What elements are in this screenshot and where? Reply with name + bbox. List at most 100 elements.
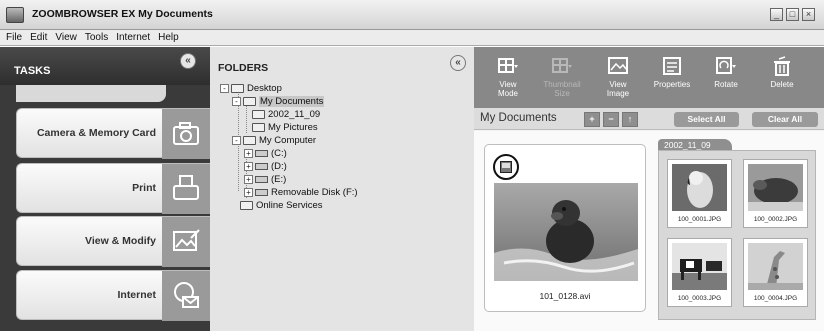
menu-help[interactable]: Help: [154, 30, 183, 46]
task-label: Print: [132, 182, 156, 194]
tree-item-desktop[interactable]: - Desktop: [220, 83, 282, 95]
rotate-button[interactable]: Rotate: [700, 53, 752, 105]
view-mode-button[interactable]: View Mode: [482, 53, 534, 105]
file-name: 101_0128.avi: [539, 291, 591, 301]
menu-bar: File Edit View Tools Internet Help: [0, 30, 824, 46]
collapse-tasks-icon[interactable]: «: [180, 53, 196, 69]
task-label: Internet: [117, 289, 156, 301]
tree-item-drive-d[interactable]: + (D:): [244, 161, 287, 173]
file-name: 100_0003.JPG: [677, 295, 722, 302]
camera-icon: [162, 109, 210, 159]
tool-label: View Image: [606, 80, 630, 98]
collapse-toggle[interactable]: -: [220, 83, 229, 93]
tool-label: Rotate: [714, 80, 738, 89]
menu-internet[interactable]: Internet: [112, 30, 154, 46]
folder-icon: [252, 122, 265, 132]
folders-panel: FOLDERS « - Desktop - My Documents 2002_11…: [210, 47, 474, 331]
thumbnail-item[interactable]: 100_0003.JPG: [667, 238, 732, 307]
parrot-photo: [672, 164, 727, 211]
delete-button[interactable]: Delete: [756, 53, 808, 105]
tree-label: Online Services: [256, 200, 323, 211]
properties-button[interactable]: Properties: [646, 53, 698, 105]
open-folder-icon: [243, 96, 256, 106]
tree-item-drive-c[interactable]: + (C:): [244, 148, 287, 160]
tasks-title: TASKS: [14, 65, 51, 77]
tree-item-2002-11-09[interactable]: 2002_11_09: [252, 109, 320, 121]
tool-label: Thumbnail Size: [543, 80, 581, 98]
thumbnail-area: 101_0128.avi 2002_11_09 100_0001.JPG 100…: [474, 131, 824, 331]
tree-label: My Computer: [259, 135, 317, 146]
clear-all-button[interactable]: Clear All: [752, 112, 818, 127]
maximize-button[interactable]: □: [786, 8, 799, 21]
browser-panel: View Mode Thumbnail Size View Image Prop…: [474, 47, 824, 331]
tree-item-online-services[interactable]: Online Services: [240, 200, 323, 212]
task-internet[interactable]: Internet: [16, 270, 210, 321]
folder-icon: [240, 200, 253, 210]
tree-item-my-computer[interactable]: - My Computer: [232, 135, 316, 147]
tortoise-photo: [748, 164, 803, 211]
tree-label: My Pictures: [268, 122, 318, 133]
expand-toggle[interactable]: +: [244, 161, 253, 171]
tree-item-my-pictures[interactable]: My Pictures: [252, 122, 318, 134]
browser-subbar: My Documents + − ↑ Select All Clear All: [474, 108, 824, 130]
folder-icon: [252, 109, 265, 119]
thumbnail-size-button[interactable]: Thumbnail Size: [536, 53, 588, 105]
tree-label: (C:): [271, 148, 287, 159]
tree-label: Removable Disk (F:): [271, 187, 358, 198]
seal-photo: [494, 183, 638, 281]
internet-mail-icon: [162, 271, 210, 321]
desktop-icon: [231, 83, 244, 93]
tree-line: [246, 104, 247, 133]
task-print[interactable]: Print: [16, 163, 210, 214]
toolbar: View Mode Thumbnail Size View Image Prop…: [474, 47, 824, 108]
expand-toggle[interactable]: +: [244, 187, 253, 197]
menu-edit[interactable]: Edit: [26, 30, 51, 46]
properties-icon: [663, 57, 681, 75]
menu-tools[interactable]: Tools: [81, 30, 112, 46]
tree-label: (D:): [271, 161, 287, 172]
cd-drive-icon: [255, 175, 268, 183]
cows-photo: [672, 243, 727, 290]
tree-label: My Documents: [259, 96, 325, 107]
image-edit-icon: [162, 217, 210, 267]
tool-label: Properties: [653, 80, 691, 89]
drive-icon: [255, 149, 268, 157]
folder-group[interactable]: 2002_11_09 100_0001.JPG 100_0002.JPG 100…: [658, 139, 816, 320]
view-mode-icon: [498, 58, 518, 73]
thumbnail-item[interactable]: 100_0004.JPG: [743, 238, 808, 307]
tasks-tab-decoration: [16, 85, 166, 102]
expand-toggle[interactable]: +: [244, 148, 253, 158]
view-image-button[interactable]: View Image: [592, 53, 644, 105]
giraffe-photo: [748, 243, 803, 290]
task-camera-memory-card[interactable]: Camera & Memory Card: [16, 108, 210, 159]
thumbnail-item[interactable]: 100_0002.JPG: [743, 159, 808, 228]
tree-item-removable-disk[interactable]: + Removable Disk (F:): [244, 187, 358, 199]
view-image-icon: [608, 57, 628, 74]
collapse-toggle[interactable]: -: [232, 135, 241, 145]
printer-icon: [162, 164, 210, 214]
collapse-folders-icon[interactable]: «: [450, 55, 466, 71]
delete-icon: [774, 56, 790, 76]
tasks-header: TASKS «: [0, 47, 210, 85]
movie-file-icon: [493, 154, 519, 180]
folder-body: 100_0001.JPG 100_0002.JPG 100_0003.JPG 1…: [658, 150, 816, 320]
close-button[interactable]: ×: [802, 8, 815, 21]
window-title: ZOOMBROWSER EX My Documents: [32, 8, 213, 20]
up-folder-icon[interactable]: ↑: [622, 112, 638, 127]
tree-item-drive-e[interactable]: + (E:): [244, 174, 286, 186]
thumbnail-item[interactable]: 100_0001.JPG: [667, 159, 732, 228]
task-view-modify[interactable]: View & Modify: [16, 216, 210, 267]
expand-toggle[interactable]: +: [244, 174, 253, 184]
file-name: 100_0001.JPG: [677, 216, 722, 223]
select-all-button[interactable]: Select All: [674, 112, 739, 127]
zoom-in-icon[interactable]: +: [584, 112, 600, 127]
minimize-button[interactable]: _: [770, 8, 783, 21]
movie-thumbnail[interactable]: 101_0128.avi: [484, 144, 646, 312]
collapse-toggle[interactable]: -: [232, 96, 241, 106]
menu-file[interactable]: File: [0, 30, 26, 46]
thumbnail-size-icon: [552, 58, 572, 73]
menu-view[interactable]: View: [51, 30, 81, 46]
tree-item-my-documents[interactable]: - My Documents: [232, 96, 325, 108]
zoom-out-icon[interactable]: −: [603, 112, 619, 127]
current-folder-label: My Documents: [480, 112, 557, 124]
